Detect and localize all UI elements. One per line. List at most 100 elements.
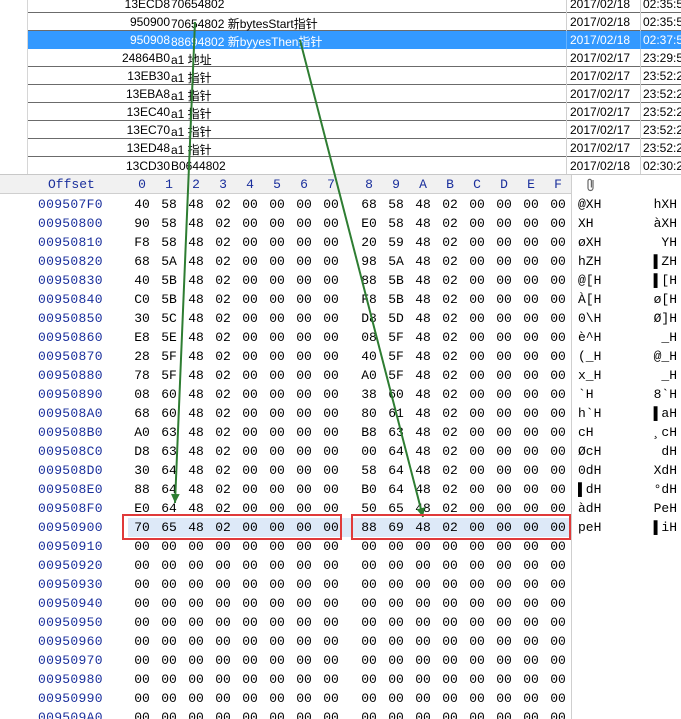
hex-byte[interactable]: 78 xyxy=(132,368,152,383)
hex-byte[interactable]: 00 xyxy=(240,539,260,554)
hex-byte[interactable]: 00 xyxy=(321,292,341,307)
hex-byte[interactable]: 00 xyxy=(267,539,287,554)
hex-byte[interactable]: 58 xyxy=(159,216,179,231)
hex-byte[interactable]: 00 xyxy=(494,216,514,231)
hex-byte[interactable]: 00 xyxy=(294,368,314,383)
list-row[interactable]: 13CD30 B0644802 2017/02/18 02:30:2 xyxy=(0,157,681,174)
hex-row[interactable]: 00950880 78 5F 48 02 00 00 00 00 A0 5F 48 02 00 00 00 00… xyxy=(0,366,681,385)
hex-byte[interactable]: 00 xyxy=(294,482,314,497)
hex-byte[interactable]: 48 xyxy=(186,292,206,307)
hex-byte[interactable]: 38 xyxy=(359,387,379,402)
hex-byte[interactable]: 02 xyxy=(440,387,460,402)
hex-byte[interactable]: 68 xyxy=(132,406,152,421)
hex-byte[interactable]: 00 xyxy=(267,615,287,630)
hex-byte[interactable]: 5A xyxy=(159,254,179,269)
hex-byte[interactable]: 00 xyxy=(267,311,287,326)
hex-byte[interactable]: 00 xyxy=(240,558,260,573)
hex-byte[interactable]: 00 xyxy=(359,615,379,630)
hex-byte[interactable]: 00 xyxy=(240,254,260,269)
row-body[interactable]: 13EB30 a1 指针 2017/02/17 23:52:2 xyxy=(28,67,681,85)
hex-byte[interactable]: 98 xyxy=(359,254,379,269)
hex-byte[interactable]: 00 xyxy=(159,615,179,630)
hex-byte[interactable]: 48 xyxy=(186,425,206,440)
hex-byte[interactable]: 00 xyxy=(521,216,541,231)
hex-byte[interactable]: 64 xyxy=(386,463,406,478)
hex-byte[interactable]: 5A xyxy=(386,254,406,269)
hex-byte[interactable]: 02 xyxy=(213,349,233,364)
list-row[interactable]: 13ED48 a1 指针 2017/02/17 23:52:2 xyxy=(0,139,681,157)
hex-byte[interactable]: 58 xyxy=(386,216,406,231)
hex-byte[interactable]: 00 xyxy=(267,577,287,592)
hex-byte[interactable]: 00 xyxy=(240,482,260,497)
hex-byte[interactable]: 00 xyxy=(521,273,541,288)
hex-byte[interactable]: 00 xyxy=(386,539,406,554)
hex-byte[interactable]: 00 xyxy=(321,691,341,706)
hex-byte[interactable]: 00 xyxy=(440,634,460,649)
hex-byte[interactable]: 58 xyxy=(159,235,179,250)
hex-byte[interactable]: 00 xyxy=(321,653,341,668)
hex-byte[interactable]: 00 xyxy=(159,672,179,687)
hex-row[interactable]: 00950860 E8 5E 48 02 00 00 00 00 08 5F 48 02 00 00 00 00… xyxy=(0,328,681,347)
hex-byte[interactable]: 90 xyxy=(132,216,152,231)
hex-byte[interactable]: 00 xyxy=(321,615,341,630)
hex-byte[interactable]: 60 xyxy=(386,387,406,402)
hex-byte[interactable]: 00 xyxy=(321,444,341,459)
hex-byte[interactable]: 40 xyxy=(132,197,152,212)
hex-byte[interactable]: 00 xyxy=(494,577,514,592)
hex-byte[interactable]: 00 xyxy=(240,653,260,668)
hex-byte[interactable]: 00 xyxy=(267,235,287,250)
hex-byte[interactable]: 00 xyxy=(467,615,487,630)
hex-byte[interactable]: 60 xyxy=(159,406,179,421)
hex-byte[interactable]: 00 xyxy=(494,653,514,668)
hex-byte[interactable]: 00 xyxy=(213,653,233,668)
hex-byte[interactable]: 00 xyxy=(321,672,341,687)
hex-byte[interactable]: 00 xyxy=(240,273,260,288)
hex-byte[interactable]: 00 xyxy=(467,672,487,687)
hex-byte[interactable]: 00 xyxy=(521,463,541,478)
hex-byte[interactable]: 00 xyxy=(267,596,287,611)
hex-byte[interactable]: 02 xyxy=(213,387,233,402)
hex-row[interactable]: 009507F0 40 58 48 02 00 00 00 00 68 58 48 02 00 00 00 00… xyxy=(0,195,681,214)
hex-byte[interactable]: 68 xyxy=(132,254,152,269)
hex-byte[interactable]: 00 xyxy=(294,273,314,288)
hex-byte[interactable]: B0 xyxy=(359,482,379,497)
hex-byte[interactable]: 58 xyxy=(359,463,379,478)
hex-byte[interactable]: 00 xyxy=(548,406,568,421)
list-row[interactable]: 950900 70654802 新bytesStart指针 2017/02/18 02… xyxy=(0,13,681,31)
hex-byte[interactable]: 00 xyxy=(294,254,314,269)
hex-byte[interactable]: 48 xyxy=(413,444,433,459)
hex-row[interactable]: 00950940 00 00 00 00 00 00 00 00 00 00 00 00 00 00 00 00 xyxy=(0,594,681,613)
hex-byte[interactable]: 5B xyxy=(386,292,406,307)
hex-byte[interactable]: 00 xyxy=(440,558,460,573)
hex-byte[interactable]: 00 xyxy=(467,311,487,326)
hex-byte[interactable]: 02 xyxy=(440,216,460,231)
hex-byte[interactable]: 00 xyxy=(467,406,487,421)
hex-row[interactable]: 009508E0 88 64 48 02 00 00 00 00 B0 64 48 02 00 00 00 00… xyxy=(0,480,681,499)
hex-byte[interactable]: 00 xyxy=(548,444,568,459)
hex-byte[interactable]: 00 xyxy=(467,273,487,288)
hex-byte[interactable]: 00 xyxy=(132,634,152,649)
hex-byte[interactable]: 00 xyxy=(413,558,433,573)
hex-byte[interactable]: 00 xyxy=(494,292,514,307)
hex-byte[interactable]: 02 xyxy=(213,197,233,212)
hex-byte[interactable]: 00 xyxy=(321,406,341,421)
hex-byte[interactable]: 00 xyxy=(548,273,568,288)
hex-byte[interactable]: 5B xyxy=(386,273,406,288)
hex-byte[interactable]: 48 xyxy=(186,235,206,250)
hex-byte[interactable]: 00 xyxy=(213,596,233,611)
hex-byte[interactable]: 00 xyxy=(267,292,287,307)
hex-byte[interactable]: 02 xyxy=(213,463,233,478)
hex-byte[interactable]: 30 xyxy=(132,463,152,478)
hex-byte[interactable]: 00 xyxy=(413,539,433,554)
hex-row[interactable]: 009509A0 00 00 00 00 00 00 00 00 00 00 00 00 00 00 00 00 xyxy=(0,708,681,719)
hex-byte[interactable]: 00 xyxy=(494,406,514,421)
hex-byte[interactable]: 48 xyxy=(413,273,433,288)
hex-byte[interactable]: 64 xyxy=(159,463,179,478)
hex-byte[interactable]: 48 xyxy=(186,349,206,364)
hex-byte[interactable]: 00 xyxy=(294,197,314,212)
list-row-selected[interactable]: 950908 88694802 新byyesThen指针 2017/02/18 02:… xyxy=(0,31,681,49)
hex-byte[interactable]: 00 xyxy=(240,235,260,250)
hex-byte[interactable]: 5B xyxy=(159,292,179,307)
row-body[interactable]: 13ECD8 70654802 2017/02/18 02:35:5 xyxy=(28,0,681,13)
hex-byte[interactable]: 00 xyxy=(240,444,260,459)
